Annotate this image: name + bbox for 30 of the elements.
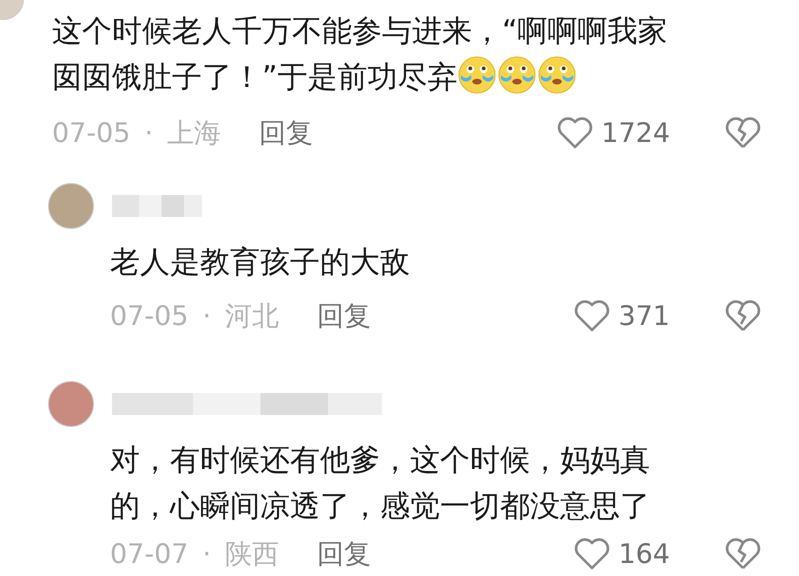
reply-text: 老人是教育孩子的大敌	[110, 244, 411, 282]
location: 陕西	[225, 538, 280, 572]
comment-date: 07-05	[52, 118, 130, 148]
broken-heart-icon[interactable]	[725, 117, 761, 149]
broken-heart-icon[interactable]	[725, 538, 761, 570]
heart-icon[interactable]	[574, 300, 610, 332]
heart-icon[interactable]	[574, 538, 610, 570]
reply-button[interactable]: 回复	[317, 536, 372, 572]
comment-date: 07-07	[110, 538, 188, 570]
separator-dot: ·	[144, 118, 154, 148]
reply-button[interactable]: 回复	[317, 298, 372, 334]
comment-date: 07-05	[110, 300, 188, 332]
crying-face-icon	[538, 56, 576, 94]
separator-dot: ·	[202, 538, 212, 570]
avatar[interactable]	[48, 183, 94, 229]
comment-text-line: 囡囡饿肚子了！”于是前功尽弃	[52, 60, 458, 95]
heart-icon[interactable]	[557, 117, 594, 149]
reply-text: 对，有时候还有他爹，这个时候，妈妈真的，心瞬间凉透了，感觉一切都没意思了	[110, 442, 651, 526]
broken-heart-icon[interactable]	[725, 300, 761, 332]
location: 上海	[167, 117, 222, 151]
reply-button[interactable]: 回复	[259, 115, 314, 151]
comment-text-line: 这个时候老人千万不能参与进来，“啊啊啊我家	[52, 14, 668, 49]
crying-face-icon	[498, 56, 536, 94]
like-count: 371	[618, 300, 670, 332]
separator-dot: ·	[202, 300, 212, 332]
crying-face-icon	[458, 56, 496, 94]
like-count: 164	[618, 538, 670, 570]
avatar[interactable]	[48, 381, 94, 427]
like-count: 1724	[601, 118, 670, 148]
location: 河北	[225, 300, 280, 334]
